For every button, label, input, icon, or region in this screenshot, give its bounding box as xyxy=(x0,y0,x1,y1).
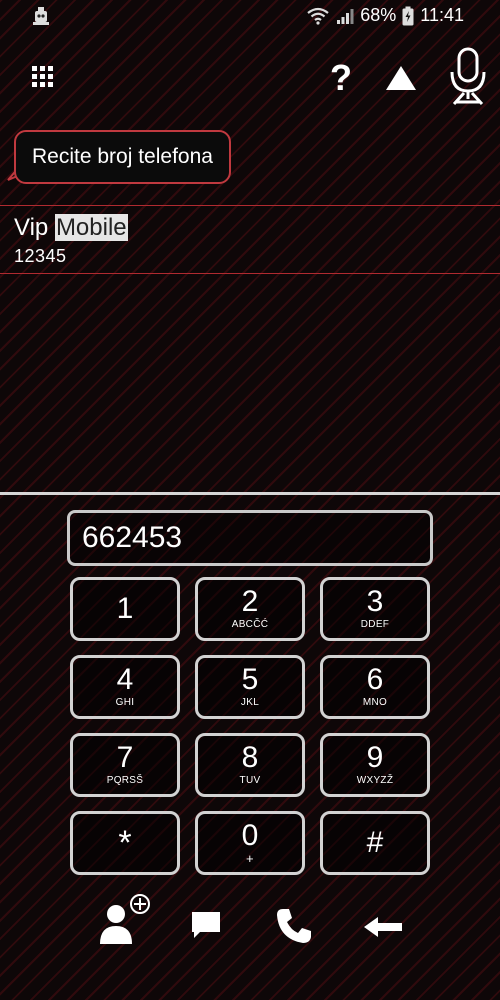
contact-name[interactable]: Vip Mobile xyxy=(14,212,128,244)
battery-percent: 68% xyxy=(360,5,397,25)
add-contact-icon[interactable] xyxy=(96,892,152,946)
key-0[interactable]: 0 + xyxy=(195,811,305,875)
key-7[interactable]: 7 PQRSŠ xyxy=(70,733,180,797)
signal-icon xyxy=(337,8,354,24)
contact-number: 12345 xyxy=(14,246,67,266)
app-notification-icon xyxy=(33,7,49,25)
contact-bottom-divider xyxy=(0,273,500,274)
key-2[interactable]: 2 ABCČĆ xyxy=(195,577,305,641)
key-hash[interactable]: # xyxy=(320,811,430,875)
keypad-divider xyxy=(0,492,500,495)
microphone-icon[interactable] xyxy=(446,46,490,108)
speech-prompt-bubble: Recite broj telefona xyxy=(14,130,231,184)
key-star[interactable]: * xyxy=(70,811,180,875)
contact-name-first: Vip xyxy=(14,214,49,241)
battery-icon xyxy=(402,6,414,25)
keypad-grid-icon[interactable] xyxy=(24,58,60,94)
phone-icon[interactable] xyxy=(274,906,314,946)
key-8[interactable]: 8 TUV xyxy=(195,733,305,797)
help-button[interactable]: ? xyxy=(326,56,356,100)
dial-number-field[interactable]: 662453 xyxy=(67,510,433,566)
key-9[interactable]: 9 WXYZŽ xyxy=(320,733,430,797)
contact-name-highlight: Mobile xyxy=(54,214,128,241)
wifi-icon xyxy=(307,7,329,25)
status-time: 11:41 xyxy=(420,5,464,25)
key-5[interactable]: 5 JKL xyxy=(195,655,305,719)
status-bar: 68% 11:41 xyxy=(0,0,500,34)
status-indicators: 68% 11:41 xyxy=(306,5,464,26)
key-1[interactable]: 1 xyxy=(70,577,180,641)
key-4[interactable]: 4 GHI xyxy=(70,655,180,719)
backspace-icon[interactable] xyxy=(362,914,404,940)
message-icon[interactable] xyxy=(190,910,222,940)
key-3[interactable]: 3 DDEF xyxy=(320,577,430,641)
key-6[interactable]: 6 MNO xyxy=(320,655,430,719)
triangle-up-icon[interactable] xyxy=(384,64,418,92)
contact-top-divider xyxy=(0,205,500,206)
